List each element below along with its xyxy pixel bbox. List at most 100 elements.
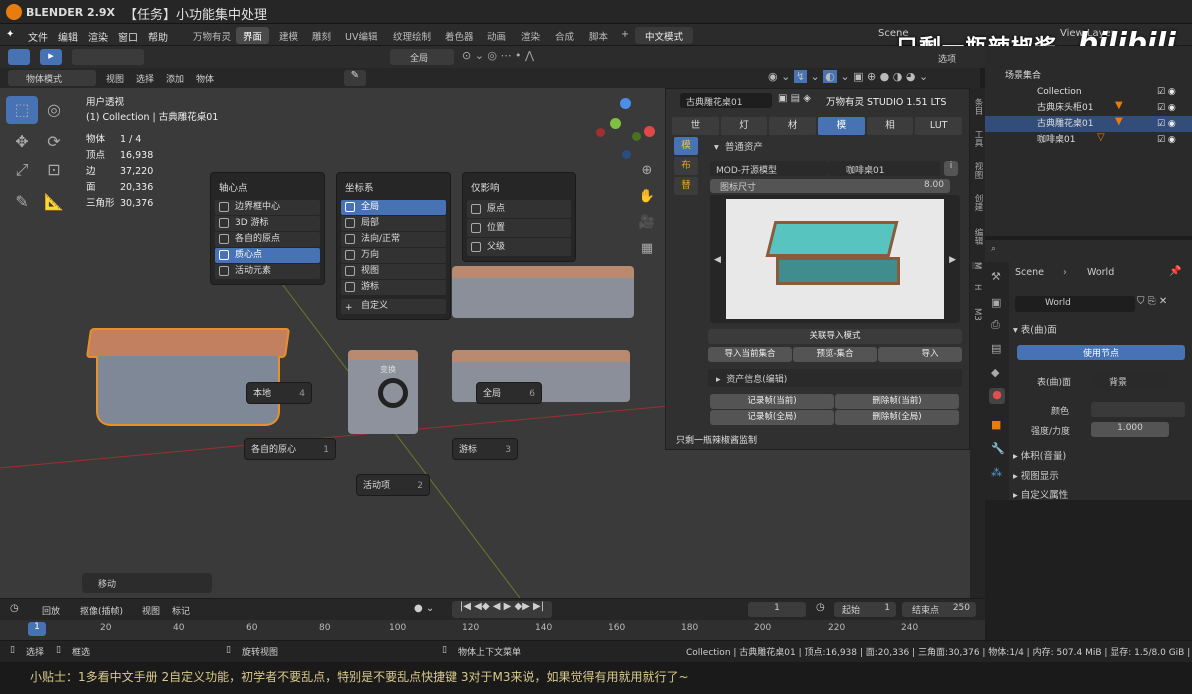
pivot-item-cursor[interactable]: 3D 游标: [215, 216, 320, 231]
blender-menu-icon[interactable]: ✦: [6, 29, 14, 40]
tab-workspace-8[interactable]: 渲染: [514, 27, 547, 44]
coffee-table-model-1[interactable]: [452, 266, 634, 318]
end-frame-field[interactable]: 结束点 250: [902, 602, 976, 617]
record-frame-current-button[interactable]: 记录帧(当前): [710, 394, 834, 409]
tab-workspace-9[interactable]: 合成: [548, 27, 581, 44]
scale-tool-icon[interactable]: ⤢: [8, 156, 36, 184]
modifier-tab-icon[interactable]: 🔧: [991, 442, 1005, 455]
tab-light[interactable]: 灯: [720, 117, 768, 135]
coord-item-cursor[interactable]: 游标: [341, 280, 446, 295]
coord-item-global[interactable]: 全局: [341, 200, 446, 215]
playhead[interactable]: 1: [28, 622, 46, 636]
output-tab-icon[interactable]: ⎙: [991, 318, 1000, 332]
transform-orientation-dropdown[interactable]: 全局: [390, 49, 454, 65]
visibility-toggles[interactable]: ☑ ◉ ☑ ◉ ☑ ◉ ☑ ◉: [1157, 84, 1176, 148]
menu-edit[interactable]: 编辑: [58, 29, 78, 44]
tab-workspace-3[interactable]: 雕刻: [305, 27, 338, 44]
menu-window[interactable]: 窗口: [118, 29, 138, 44]
pivot-item-individual[interactable]: 各自的原点: [215, 232, 320, 247]
pie-item-local[interactable]: 本地 4: [246, 382, 312, 404]
preview-collection-button[interactable]: 预览-集合: [793, 347, 877, 362]
render-tab-icon[interactable]: ▣: [991, 296, 1001, 309]
tab-camera[interactable]: 相: [866, 117, 914, 135]
prev-arrow-icon[interactable]: ◀: [714, 255, 721, 265]
record-icon[interactable]: ● ⌄: [414, 603, 434, 614]
mode-dropdown[interactable]: 物体模式: [8, 70, 96, 86]
clock-icon[interactable]: ◷: [816, 602, 825, 613]
delete-frame-current-button[interactable]: 删除帧(当前): [835, 394, 959, 409]
sidebar-tab-m3[interactable]: M3: [972, 308, 982, 321]
tool-tab-icon[interactable]: ⚒: [991, 270, 1001, 283]
tab-model[interactable]: 模: [818, 117, 865, 135]
item-dropdown[interactable]: 咖啡桌01: [828, 161, 940, 176]
menu-help[interactable]: 帮助: [148, 29, 168, 44]
scene-tab-icon[interactable]: ◆: [991, 366, 999, 379]
import-button[interactable]: 导入: [878, 347, 962, 362]
pivot-item-active[interactable]: 活动元素: [215, 264, 320, 279]
tab-workspace-7[interactable]: 动画: [480, 27, 513, 44]
affect-locations-checkbox[interactable]: 位置: [467, 219, 571, 237]
pan-hand-icon[interactable]: ✋: [636, 186, 658, 208]
object-name-field[interactable]: 古典雕花桌01: [680, 93, 772, 108]
select-box-tool-icon[interactable]: ⬚: [6, 96, 38, 124]
measure-tool-icon[interactable]: 📐: [40, 188, 68, 216]
pivot-item-bbox[interactable]: 边界框中心: [215, 200, 320, 215]
pie-item-global[interactable]: 全局 6: [476, 382, 542, 404]
marker-menu[interactable]: 标记: [172, 604, 190, 617]
sidebar-tab-h[interactable]: H: [972, 284, 982, 290]
surface-shader-field[interactable]: 背景: [1091, 373, 1169, 388]
tab-world[interactable]: 世: [672, 117, 719, 135]
tab-workspace-0[interactable]: 万物有灵: [186, 27, 238, 44]
link-import-mode-toggle[interactable]: 关联导入模式: [708, 329, 962, 344]
language-mode-button[interactable]: 中文模式: [635, 27, 693, 44]
object-tab-icon[interactable]: ■: [991, 418, 1001, 431]
timeline-ruler[interactable]: 1 20 40 60 80 100 120 140 160 180 200 22…: [0, 620, 985, 640]
coord-item-normal[interactable]: 法向/正常: [341, 232, 446, 247]
playback-controls[interactable]: |◀ ◀◆ ◀ ▶ ◆▶ ▶|: [452, 601, 552, 618]
tab-workspace-6[interactable]: 着色器: [438, 27, 481, 44]
panel-icons[interactable]: ▣ ▤ ◈: [778, 93, 822, 108]
transform-tool-icon[interactable]: ⊡: [40, 156, 68, 184]
start-frame-field[interactable]: 起始 1: [834, 602, 896, 617]
playback-menu[interactable]: 回放: [42, 604, 60, 617]
camera-icon[interactable]: 🎥: [636, 212, 658, 234]
record-frame-global-button[interactable]: 记录帧(全局): [710, 410, 834, 425]
last-operator-panel[interactable]: 移动: [82, 573, 212, 593]
icon-size-slider[interactable]: 图标尺寸 8.00: [710, 179, 950, 193]
coord-item-gimbal[interactable]: 万向: [341, 248, 446, 263]
menu-render[interactable]: 渲染: [88, 29, 108, 44]
tab-material[interactable]: 材: [769, 117, 817, 135]
tab-workspace-1[interactable]: 界面: [236, 27, 270, 44]
cursor-tool-icon[interactable]: ▸: [40, 49, 62, 65]
menu-view[interactable]: 视图: [106, 72, 124, 85]
asset-preview[interactable]: ◀ ▶: [710, 195, 960, 323]
menu-object[interactable]: 物体: [196, 72, 214, 85]
world-name-field[interactable]: World: [1015, 296, 1135, 312]
info-icon[interactable]: i: [944, 161, 958, 176]
viewport-display-section[interactable]: ▸ 视图显示: [1013, 468, 1059, 482]
navigation-gizmo[interactable]: [596, 98, 660, 162]
pie-item-individual-origins[interactable]: 各自的原心 1: [244, 438, 336, 460]
import-to-collection-button[interactable]: 导入当前集合: [708, 347, 792, 362]
coord-add-custom[interactable]: + 自定义: [341, 299, 446, 314]
options-dropdown[interactable]: 选项: [938, 52, 956, 65]
side-tab-replace[interactable]: 替: [674, 177, 698, 195]
add-workspace-button[interactable]: +: [614, 27, 636, 44]
tab-workspace-10[interactable]: 脚本: [582, 27, 615, 44]
outliner-scene-collection[interactable]: 场景集合: [985, 68, 1192, 84]
annotate-tool-icon[interactable]: ✎: [8, 188, 36, 216]
surface-section[interactable]: ▾ 表(曲)面: [1013, 322, 1057, 336]
sidebar-tab-edit[interactable]: 编辑: [972, 228, 984, 245]
world-tab-icon[interactable]: ●: [989, 388, 1005, 404]
particles-tab-icon[interactable]: ⁂: [991, 466, 1002, 479]
sidebar-tab-create[interactable]: 创建: [972, 194, 984, 211]
strength-field[interactable]: 1.000: [1091, 422, 1169, 437]
tab-lut[interactable]: LUT: [915, 117, 963, 135]
current-frame-field[interactable]: 1: [748, 602, 806, 617]
sidebar-tab-tool[interactable]: 工具: [972, 130, 984, 147]
pie-item-cursor[interactable]: 游标 3: [452, 438, 518, 460]
custom-properties-section[interactable]: ▸ 自定义属性: [1013, 487, 1068, 501]
zoom-icon[interactable]: ⊕: [636, 160, 658, 182]
affect-origins-checkbox[interactable]: 原点: [467, 200, 571, 218]
grid-view-icon[interactable]: ▦: [636, 238, 658, 260]
